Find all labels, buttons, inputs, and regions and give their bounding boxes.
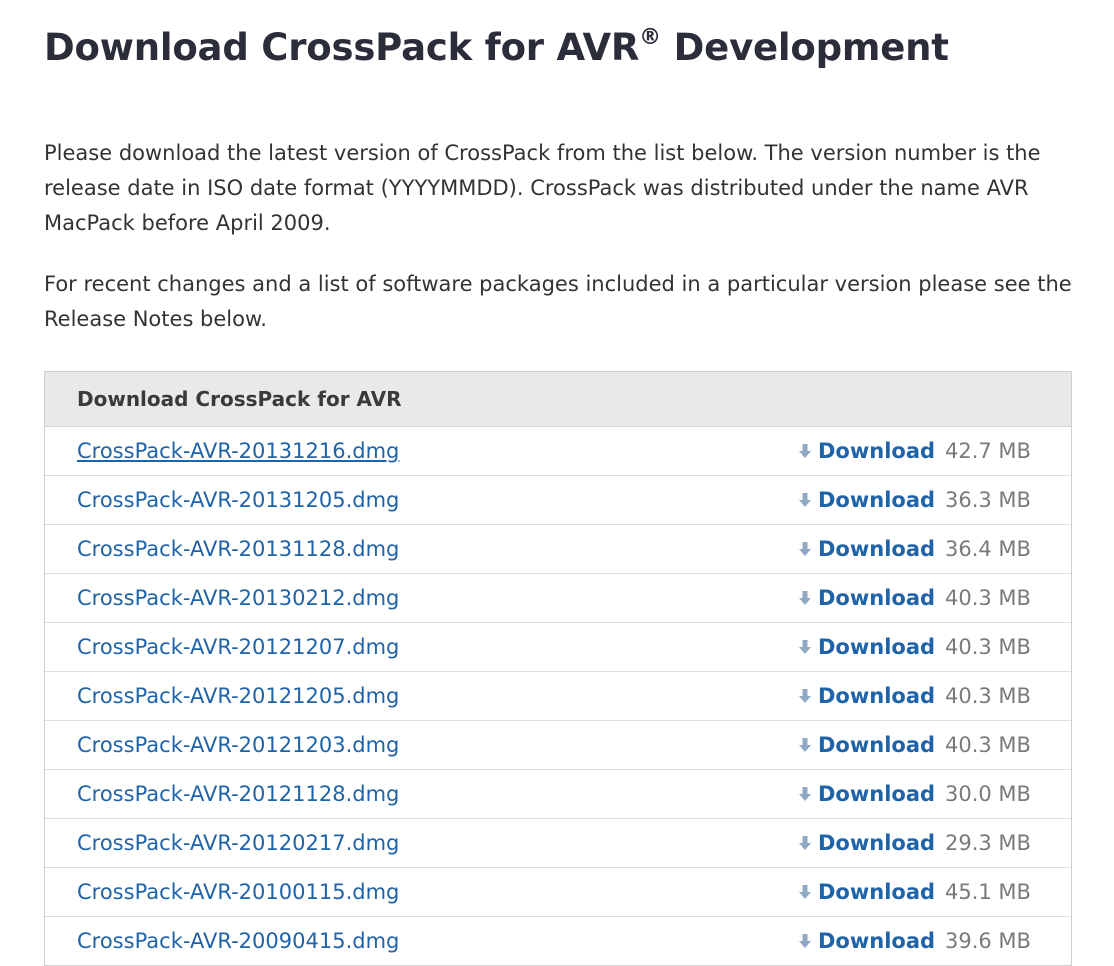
- download-arrow-icon: [799, 542, 811, 556]
- file-link[interactable]: CrossPack-AVR-20120217.dmg: [77, 831, 399, 855]
- download-button[interactable]: Download: [798, 439, 935, 463]
- download-arrow-icon: [799, 885, 811, 899]
- download-arrow-icon: [799, 444, 811, 458]
- download-label: Download: [818, 684, 936, 708]
- file-size: 45.1 MB: [945, 880, 1031, 904]
- file-link[interactable]: CrossPack-AVR-20090415.dmg: [77, 929, 399, 953]
- download-arrow-icon: [799, 787, 811, 801]
- table-row: CrossPack-AVR-20121205.dmg Download 40.3 M…: [45, 672, 1071, 721]
- download-table: Download CrossPack for AVR CrossPack-AVR…: [44, 371, 1072, 966]
- file-link[interactable]: CrossPack-AVR-20121205.dmg: [77, 684, 399, 708]
- download-label: Download: [818, 831, 936, 855]
- file-size: 40.3 MB: [945, 586, 1031, 610]
- page-title: Download CrossPack for AVR® Development: [44, 26, 949, 69]
- table-header: Download CrossPack for AVR: [45, 372, 1071, 427]
- file-link[interactable]: CrossPack-AVR-20121203.dmg: [77, 733, 399, 757]
- table-row: CrossPack-AVR-20131128.dmg Download 36.4 M…: [45, 525, 1071, 574]
- table-row: CrossPack-AVR-20131205.dmg Download 36.3 M…: [45, 476, 1071, 525]
- download-button[interactable]: Download: [798, 488, 935, 512]
- download-label: Download: [818, 439, 936, 463]
- file-link[interactable]: CrossPack-AVR-20130212.dmg: [77, 586, 399, 610]
- download-button[interactable]: Download: [798, 831, 935, 855]
- download-arrow-icon: [799, 689, 811, 703]
- download-arrow-icon: [799, 493, 811, 507]
- file-size: 40.3 MB: [945, 635, 1031, 659]
- page-title-suffix: Development: [660, 26, 949, 69]
- file-link[interactable]: CrossPack-AVR-20131205.dmg: [77, 488, 399, 512]
- file-size: 40.3 MB: [945, 733, 1031, 757]
- download-label: Download: [818, 880, 936, 904]
- file-link[interactable]: CrossPack-AVR-20131216.dmg: [77, 439, 399, 463]
- table-row: CrossPack-AVR-20121128.dmg Download 30.0 M…: [45, 770, 1071, 819]
- table-row: CrossPack-AVR-20131216.dmg Download 42.7 M…: [45, 427, 1071, 476]
- download-label: Download: [818, 488, 936, 512]
- download-button[interactable]: Download: [798, 782, 935, 806]
- page-title-text: Download CrossPack for AVR: [44, 26, 640, 69]
- table-row: CrossPack-AVR-20090415.dmg Download 39.6 M…: [45, 917, 1071, 965]
- table-row: CrossPack-AVR-20121203.dmg Download 40.3 M…: [45, 721, 1071, 770]
- download-label: Download: [818, 782, 936, 806]
- file-size: 29.3 MB: [945, 831, 1031, 855]
- download-button[interactable]: Download: [798, 586, 935, 610]
- download-arrow-icon: [799, 836, 811, 850]
- download-button[interactable]: Download: [798, 537, 935, 561]
- download-arrow-icon: [799, 591, 811, 605]
- table-row: CrossPack-AVR-20130212.dmg Download 40.3 M…: [45, 574, 1071, 623]
- table-body: CrossPack-AVR-20131216.dmg Download 42.7 M…: [45, 427, 1071, 965]
- intro-paragraph: Please download the latest version of Cr…: [44, 141, 1041, 235]
- download-button[interactable]: Download: [798, 929, 935, 953]
- file-size: 36.4 MB: [945, 537, 1031, 561]
- table-row: CrossPack-AVR-20100115.dmg Download 45.1 M…: [45, 868, 1071, 917]
- file-link[interactable]: CrossPack-AVR-20131128.dmg: [77, 537, 399, 561]
- download-label: Download: [818, 586, 936, 610]
- file-size: 30.0 MB: [945, 782, 1031, 806]
- download-arrow-icon: [799, 738, 811, 752]
- registered-mark: ®: [639, 25, 661, 50]
- download-button[interactable]: Download: [798, 733, 935, 757]
- file-size: 42.7 MB: [945, 439, 1031, 463]
- file-size: 36.3 MB: [945, 488, 1031, 512]
- download-button[interactable]: Download: [798, 635, 935, 659]
- download-arrow-icon: [799, 934, 811, 948]
- file-link[interactable]: CrossPack-AVR-20100115.dmg: [77, 880, 399, 904]
- download-label: Download: [818, 537, 936, 561]
- file-link[interactable]: CrossPack-AVR-20121128.dmg: [77, 782, 399, 806]
- release-notes-paragraph: For recent changes and a list of softwar…: [44, 272, 1072, 331]
- table-row: CrossPack-AVR-20120217.dmg Download 29.3 M…: [45, 819, 1071, 868]
- file-size: 39.6 MB: [945, 929, 1031, 953]
- download-arrow-icon: [799, 640, 811, 654]
- table-row: CrossPack-AVR-20121207.dmg Download 40.3 M…: [45, 623, 1071, 672]
- file-link[interactable]: CrossPack-AVR-20121207.dmg: [77, 635, 399, 659]
- download-button[interactable]: Download: [798, 684, 935, 708]
- download-label: Download: [818, 929, 936, 953]
- download-button[interactable]: Download: [798, 880, 935, 904]
- download-label: Download: [818, 635, 936, 659]
- file-size: 40.3 MB: [945, 684, 1031, 708]
- download-label: Download: [818, 733, 936, 757]
